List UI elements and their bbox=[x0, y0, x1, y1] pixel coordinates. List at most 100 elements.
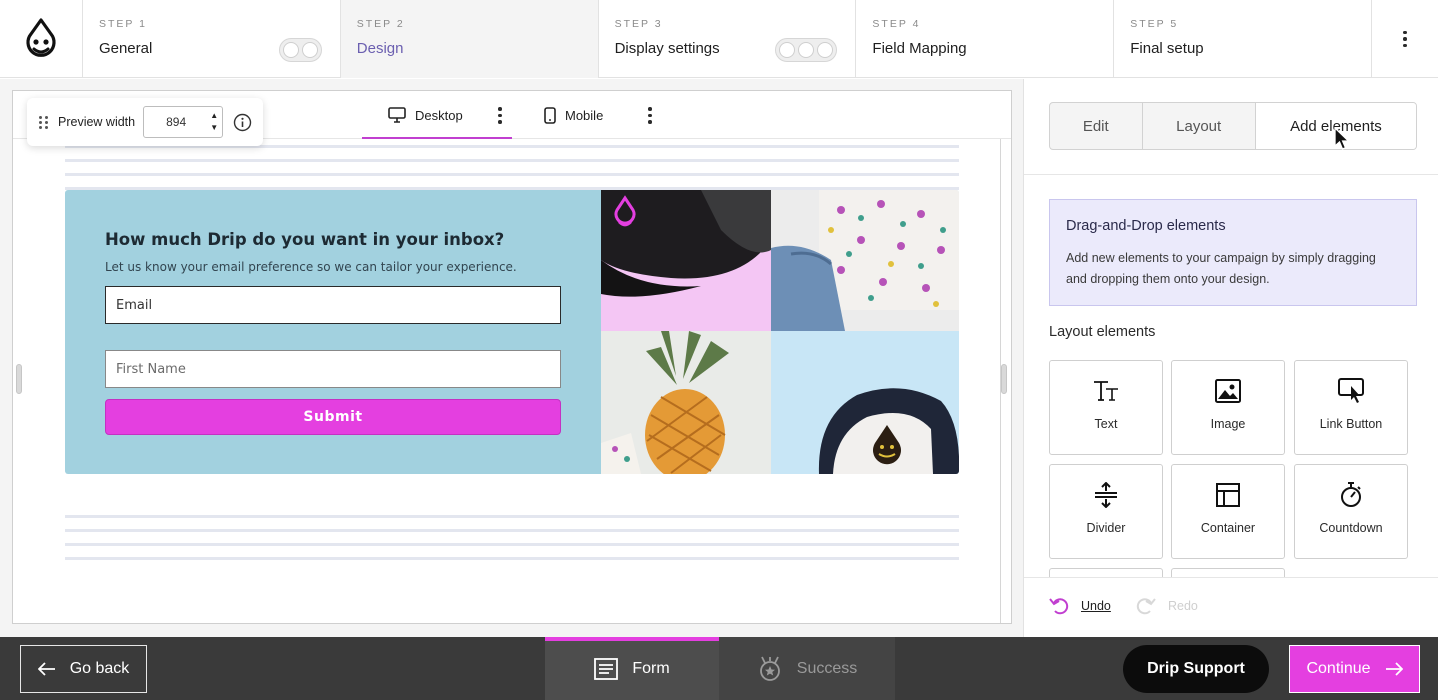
kebab-icon bbox=[498, 107, 502, 124]
step-number: STEP 5 bbox=[1130, 18, 1179, 30]
form-content: How much Drip do you want in your inbox?… bbox=[105, 230, 561, 435]
success-badge-icon bbox=[759, 656, 780, 681]
mobile-options-button[interactable] bbox=[648, 107, 652, 124]
continue-label: Continue bbox=[1306, 660, 1371, 677]
arrow-right-icon bbox=[1385, 662, 1403, 676]
step-display-settings[interactable]: STEP 3 Display settings bbox=[599, 0, 857, 78]
steps-bar: STEP 1 General STEP 2 Design STEP 3 Disp… bbox=[0, 0, 1438, 78]
form-title: How much Drip do you want in your inbox? bbox=[105, 230, 505, 249]
element-more[interactable] bbox=[1171, 568, 1285, 577]
desktop-icon bbox=[388, 107, 406, 123]
first-name-field[interactable]: First Name bbox=[105, 350, 561, 388]
element-link-button[interactable]: Link Button bbox=[1294, 360, 1408, 455]
product-photo-navy-cap bbox=[771, 331, 959, 474]
preview-width-value: 894 bbox=[166, 115, 187, 129]
mobile-icon bbox=[544, 106, 556, 124]
resize-handle-right[interactable] bbox=[1001, 364, 1007, 394]
preview-width-control[interactable]: Preview width 894 ▲ ▼ bbox=[27, 98, 263, 146]
step-number: STEP 3 bbox=[614, 18, 663, 30]
redo-label: Redo bbox=[1168, 599, 1198, 613]
element-text[interactable]: Text bbox=[1049, 360, 1163, 455]
container-icon bbox=[1216, 481, 1240, 509]
tab-mobile-label: Mobile bbox=[565, 107, 604, 123]
email-field[interactable]: Email bbox=[105, 286, 561, 324]
design-canvas: Desktop Mobile Preview width 894 ▲ ▼ How… bbox=[0, 79, 1023, 637]
tab-desktop[interactable]: Desktop bbox=[362, 91, 512, 140]
tab-form[interactable]: Form bbox=[545, 637, 719, 700]
step-number: STEP 4 bbox=[872, 18, 921, 30]
form-subtitle: Let us know your email preference so we … bbox=[105, 260, 517, 274]
step-design[interactable]: STEP 2 Design bbox=[340, 0, 599, 78]
step-number: STEP 2 bbox=[356, 18, 405, 30]
element-label: Link Button bbox=[1319, 417, 1383, 431]
submit-button[interactable]: Submit bbox=[105, 399, 561, 435]
dnd-description: Add new elements to your campaign by sim… bbox=[1066, 251, 1376, 286]
arrow-left-icon bbox=[37, 662, 55, 676]
element-label: Text bbox=[1094, 417, 1118, 431]
text-icon bbox=[1093, 377, 1119, 405]
tab-layout[interactable]: Layout bbox=[1143, 103, 1256, 149]
element-container[interactable]: Container bbox=[1171, 464, 1285, 559]
step-title: Final setup bbox=[1130, 40, 1204, 57]
drag-handle-icon[interactable] bbox=[39, 115, 48, 129]
product-photo-cap bbox=[601, 190, 771, 331]
info-icon[interactable] bbox=[233, 113, 252, 132]
app-window: STEP 1 General STEP 2 Design STEP 3 Disp… bbox=[0, 0, 1438, 700]
preview-width-input[interactable]: 894 ▲ ▼ bbox=[143, 106, 224, 138]
redo-icon bbox=[1136, 598, 1156, 615]
countdown-icon bbox=[1339, 481, 1363, 509]
preview-frame: Desktop Mobile Preview width 894 ▲ ▼ How… bbox=[12, 90, 1012, 624]
continue-button[interactable]: Continue bbox=[1289, 645, 1420, 693]
divider-icon bbox=[1094, 481, 1118, 509]
campaign-form-block[interactable]: How much Drip do you want in your inbox?… bbox=[65, 190, 959, 474]
step-general[interactable]: STEP 1 General bbox=[83, 0, 341, 78]
element-divider[interactable]: Divider bbox=[1049, 464, 1163, 559]
resize-handle-left[interactable] bbox=[16, 364, 22, 394]
drip-support-button[interactable]: Drip Support bbox=[1123, 645, 1269, 693]
element-label: Divider bbox=[1086, 521, 1126, 535]
go-back-label: Go back bbox=[69, 660, 130, 677]
kebab-icon bbox=[1403, 30, 1407, 48]
step-field-mapping[interactable]: STEP 4 Field Mapping bbox=[856, 0, 1115, 78]
product-photo-fabric bbox=[771, 190, 959, 331]
element-image[interactable]: Image bbox=[1171, 360, 1285, 455]
go-back-button[interactable]: Go back bbox=[20, 645, 147, 693]
element-label: Image bbox=[1210, 417, 1246, 431]
redo-button[interactable]: Redo bbox=[1136, 597, 1198, 615]
drag-and-drop-info: Drag-and-Drop elements Add new elements … bbox=[1049, 199, 1417, 306]
layout-elements-grid: Text Image Link Button Divider Container… bbox=[1049, 360, 1417, 577]
undo-button[interactable]: Undo bbox=[1049, 597, 1111, 615]
editor-panel: Edit Layout Add elements Drag-and-Drop e… bbox=[1023, 79, 1438, 637]
tab-form-label: Form bbox=[632, 659, 670, 677]
preview-width-label: Preview width bbox=[58, 115, 136, 129]
step-final-setup[interactable]: STEP 5 Final setup bbox=[1114, 0, 1373, 78]
tab-success[interactable]: Success bbox=[719, 637, 895, 700]
stepper-arrows-icon[interactable]: ▲ ▼ bbox=[210, 110, 218, 134]
tab-success-label: Success bbox=[796, 659, 858, 677]
step-title: Field Mapping bbox=[872, 40, 967, 57]
element-label: Countdown bbox=[1319, 521, 1383, 535]
placeholder-content-lines bbox=[65, 515, 959, 571]
product-photo-pineapple bbox=[601, 331, 771, 474]
tab-mobile[interactable]: Mobile bbox=[544, 91, 603, 139]
bottom-bar: Go back Form Success Drip Support Contin… bbox=[0, 637, 1438, 700]
element-countdown[interactable]: Countdown bbox=[1294, 464, 1408, 559]
drip-logo-icon bbox=[26, 18, 56, 57]
undo-label: Undo bbox=[1081, 599, 1111, 613]
kebab-icon bbox=[648, 107, 652, 124]
dnd-title: Drag-and-Drop elements bbox=[1066, 218, 1226, 234]
form-icon bbox=[594, 657, 619, 680]
step-status-toggle bbox=[774, 38, 837, 62]
element-more[interactable] bbox=[1049, 568, 1163, 577]
step-title: Design bbox=[356, 40, 404, 57]
drip-logo[interactable] bbox=[0, 0, 83, 78]
desktop-options-button[interactable] bbox=[498, 107, 502, 124]
more-options-button[interactable] bbox=[1372, 0, 1438, 78]
form-image[interactable] bbox=[601, 190, 959, 474]
layout-elements-heading: Layout elements bbox=[1049, 324, 1156, 340]
tab-edit[interactable]: Edit bbox=[1050, 103, 1143, 149]
link-button-icon bbox=[1338, 377, 1364, 405]
step-status-toggle bbox=[278, 38, 322, 62]
undo-icon bbox=[1049, 598, 1069, 615]
image-icon bbox=[1215, 377, 1241, 405]
